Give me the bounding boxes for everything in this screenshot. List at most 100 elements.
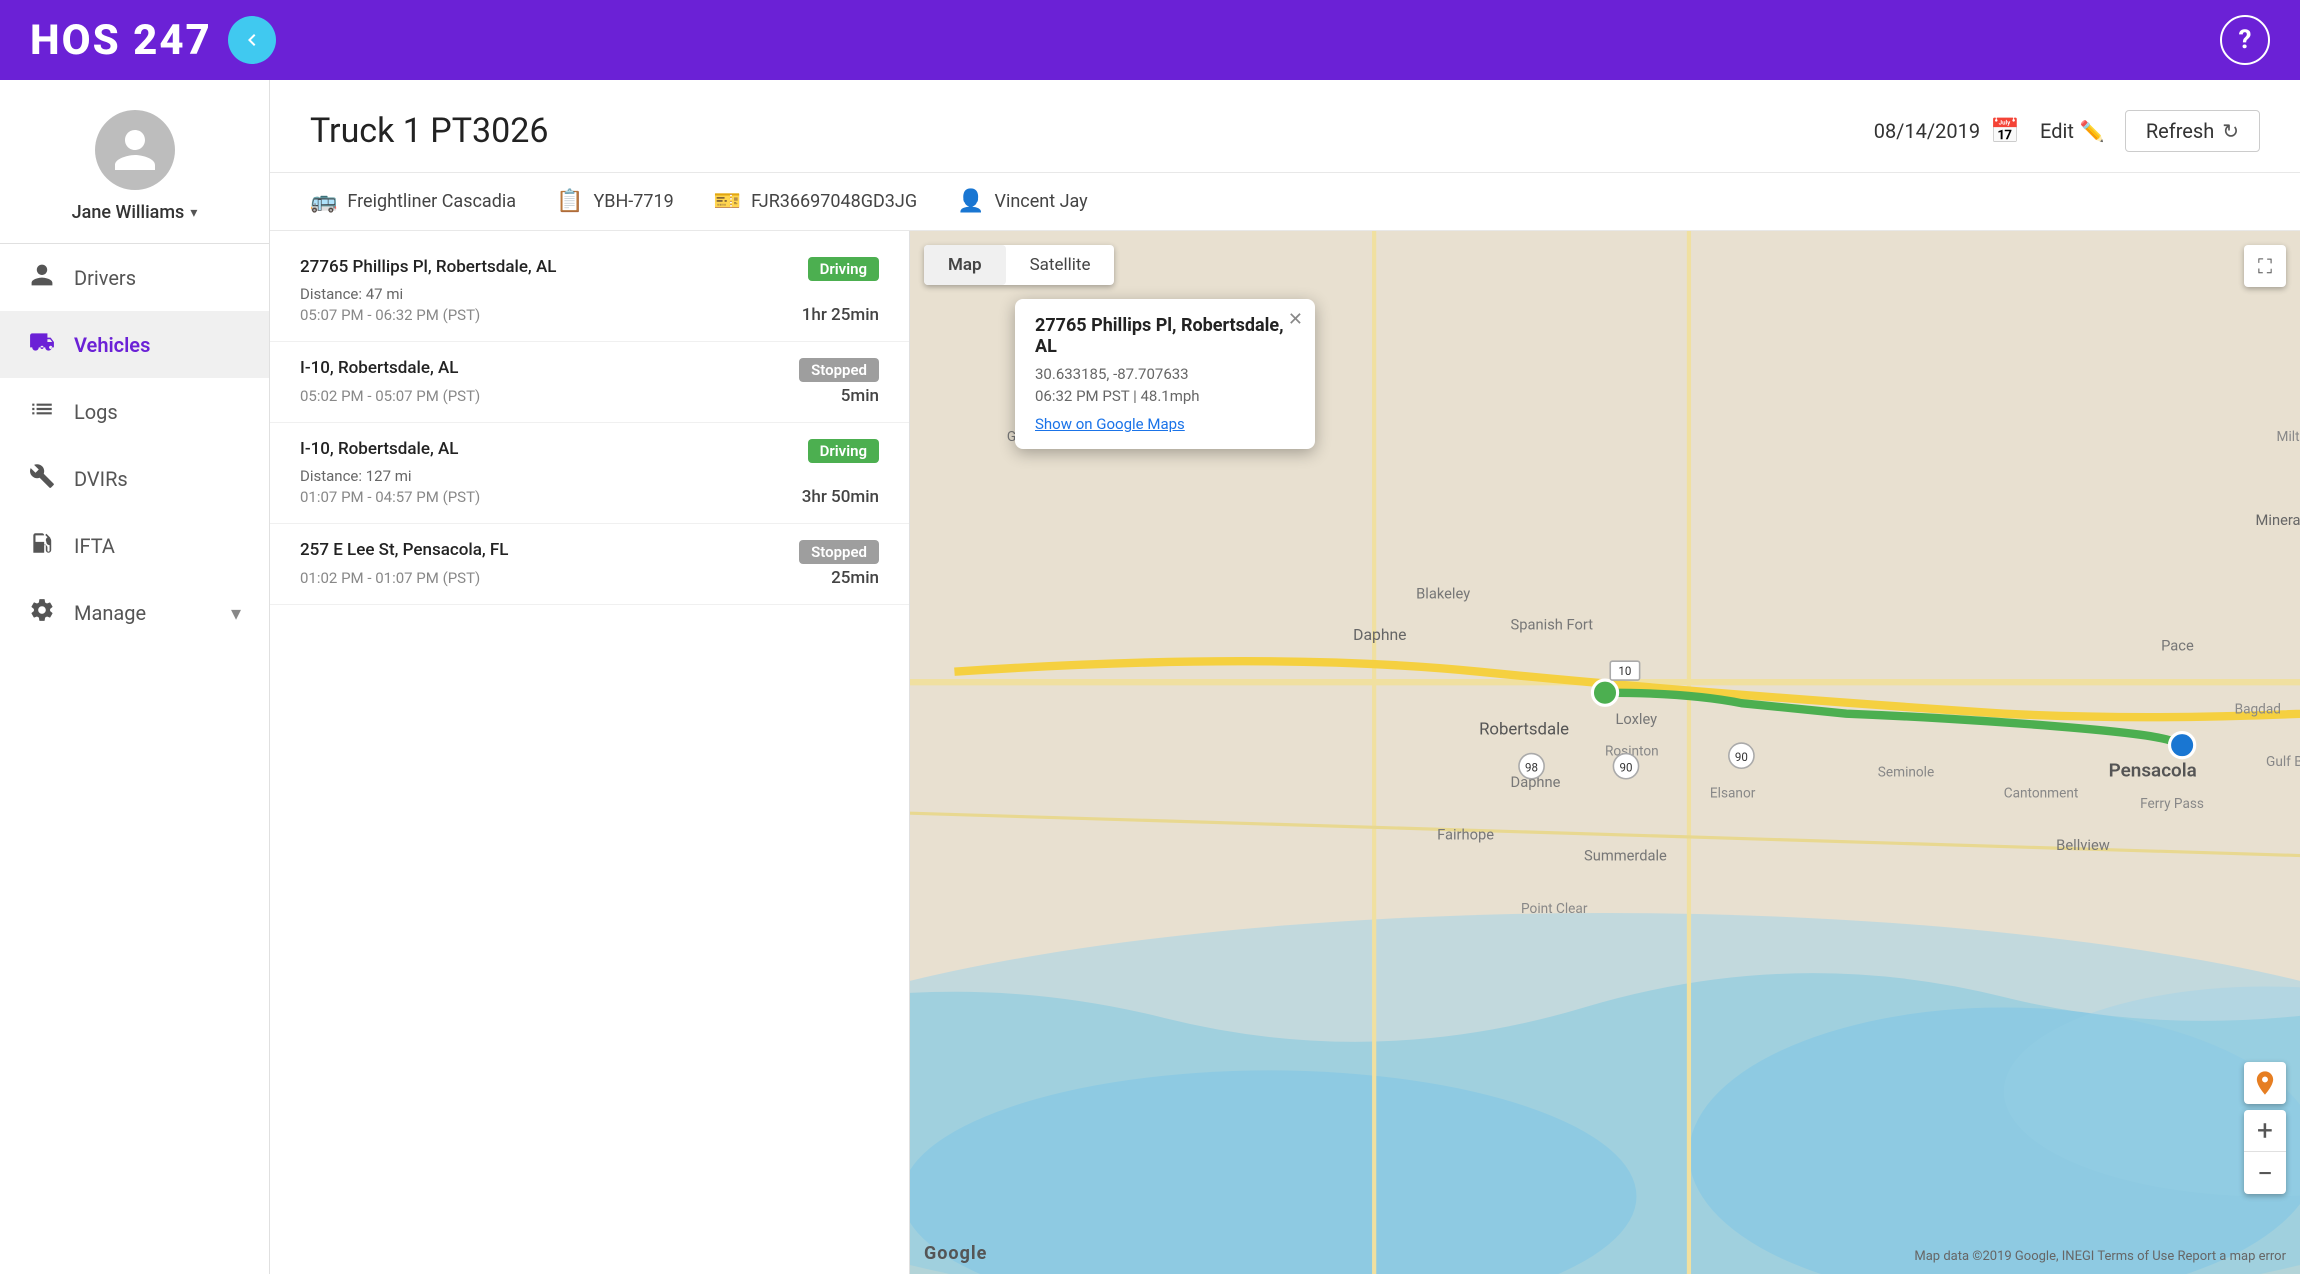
vehicle-eld: FJR36697048GD3JG	[751, 191, 917, 212]
vehicle-plate-item: 📋 YBH-7719	[556, 189, 674, 214]
svg-text:90: 90	[1620, 760, 1633, 774]
trip-distance: Distance: 47 mi	[300, 285, 879, 303]
top-bar: Truck 1 PT3026 08/14/2019 📅 Edit ✏️ Refr…	[270, 80, 2300, 173]
svg-text:Pace: Pace	[2161, 637, 2194, 655]
user-name[interactable]: Jane Williams ▾	[72, 202, 198, 223]
vehicle-driver: Vincent Jay	[995, 191, 1088, 212]
map-tab-satellite[interactable]: Satellite	[1006, 245, 1115, 285]
trip-item[interactable]: 257 E Lee St, Pensacola, FL Stopped 01:0…	[270, 524, 909, 605]
sidebar-nav: Drivers Vehicles Logs DVIRs	[0, 244, 269, 646]
sidebar-item-logs[interactable]: Logs	[0, 378, 269, 445]
date-text: 08/14/2019	[1874, 119, 1980, 143]
status-badge: Driving	[808, 439, 879, 463]
content-area: 27765 Phillips Pl, Robertsdale, AL Drivi…	[270, 231, 2300, 1274]
edit-pencil-icon: ✏️	[2080, 119, 2105, 143]
trip-location: I-10, Robertsdale, AL	[300, 358, 458, 378]
map-fullscreen-button[interactable]: ⛶	[2244, 245, 2286, 287]
vehicle-driver-item: 👤 Vincent Jay	[957, 189, 1088, 214]
header: HOS 247 ?	[0, 0, 2300, 80]
popup-google-maps-link[interactable]: Show on Google Maps	[1035, 415, 1295, 433]
zoom-out-button[interactable]: −	[2244, 1152, 2286, 1194]
wrench-icon	[28, 463, 56, 494]
sidebar-item-label: DVIRs	[74, 467, 128, 491]
trip-duration: 25min	[831, 568, 879, 588]
eld-icon: 🎫	[714, 189, 741, 214]
status-badge: Stopped	[799, 540, 879, 564]
trip-location: 257 E Lee St, Pensacola, FL	[300, 540, 508, 560]
svg-text:Bellview: Bellview	[2056, 836, 2110, 854]
svg-text:98: 98	[1525, 760, 1538, 774]
svg-text:Cantonment: Cantonment	[2004, 786, 2079, 802]
map-popup: ✕ 27765 Phillips Pl, Robertsdale, AL 30.…	[1015, 299, 1315, 449]
edit-label: Edit	[2040, 119, 2074, 143]
sidebar-item-manage[interactable]: Manage ▾	[0, 579, 269, 646]
bus-icon: 🚌	[310, 189, 337, 214]
back-button[interactable]	[228, 16, 276, 64]
popup-coords: 30.633185, -87.707633	[1035, 365, 1295, 383]
svg-text:Pensacola: Pensacola	[2109, 759, 2197, 782]
vehicle-model-item: 🚌 Freightliner Cascadia	[310, 189, 516, 214]
svg-text:Blakeley: Blakeley	[1416, 584, 1470, 602]
top-bar-right: 08/14/2019 📅 Edit ✏️ Refresh ↻	[1874, 110, 2260, 152]
trip-item[interactable]: 27765 Phillips Pl, Robertsdale, AL Drivi…	[270, 241, 909, 342]
refresh-button[interactable]: Refresh ↻	[2125, 110, 2260, 152]
google-label: Google	[924, 1243, 987, 1264]
trip-duration: 5min	[841, 386, 879, 406]
trip-location: I-10, Robertsdale, AL	[300, 439, 458, 459]
user-section: Jane Williams ▾	[0, 80, 269, 244]
sidebar-item-label: IFTA	[74, 534, 115, 558]
svg-text:Ferry Pass: Ferry Pass	[2140, 796, 2204, 812]
svg-text:Summerdale: Summerdale	[1584, 847, 1667, 865]
refresh-icon: ↻	[2222, 119, 2239, 143]
sidebar-item-ifta[interactable]: IFTA	[0, 512, 269, 579]
google-logo: Google	[924, 1243, 987, 1264]
sidebar-item-vehicles[interactable]: Vehicles	[0, 311, 269, 378]
trip-item[interactable]: I-10, Robertsdale, AL Driving Distance: …	[270, 423, 909, 524]
trip-time-range: 05:02 PM - 05:07 PM (PST)	[300, 387, 480, 405]
sidebar-item-dvirs[interactable]: DVIRs	[0, 445, 269, 512]
streetview-icon	[2244, 1062, 2286, 1104]
sidebar: Jane Williams ▾ Drivers Vehicles	[0, 80, 270, 1274]
trip-duration: 3hr 50min	[802, 487, 879, 507]
map-zoom-controls: + −	[2244, 1110, 2286, 1194]
svg-text:Daphne: Daphne	[1353, 625, 1406, 644]
streetview-button[interactable]	[2244, 1062, 2286, 1104]
layout: Jane Williams ▾ Drivers Vehicles	[0, 80, 2300, 1274]
user-chevron-icon: ▾	[190, 205, 197, 221]
calendar-icon[interactable]: 📅	[1990, 117, 2020, 145]
help-button[interactable]: ?	[2220, 15, 2270, 65]
fullscreen-icon: ⛶	[2258, 254, 2272, 278]
trip-distance: Distance: 127 mi	[300, 467, 879, 485]
page-title: Truck 1 PT3026	[310, 111, 548, 151]
logo-text: HOS 247	[30, 16, 212, 65]
fuel-icon	[28, 530, 56, 561]
map-area: Robertsdale Pensacola Daphne Blakeley Sp…	[910, 231, 2300, 1274]
map-tabs: Map Satellite	[924, 245, 1114, 285]
popup-close-button[interactable]: ✕	[1288, 309, 1303, 330]
map-tab-map[interactable]: Map	[924, 245, 1006, 285]
status-badge: Driving	[808, 257, 879, 281]
trip-time-range: 01:07 PM - 04:57 PM (PST)	[300, 488, 480, 506]
svg-text:Point Clear: Point Clear	[1521, 901, 1588, 917]
popup-title: 27765 Phillips Pl, Robertsdale, AL	[1035, 315, 1295, 357]
sidebar-item-label: Vehicles	[74, 333, 150, 357]
person-icon	[28, 262, 56, 293]
trip-location: 27765 Phillips Pl, Robertsdale, AL	[300, 257, 556, 277]
list-icon	[28, 396, 56, 427]
main-content: Truck 1 PT3026 08/14/2019 📅 Edit ✏️ Refr…	[270, 80, 2300, 1274]
sidebar-item-label: Logs	[74, 400, 118, 424]
sidebar-item-drivers[interactable]: Drivers	[0, 244, 269, 311]
settings-icon	[28, 597, 56, 628]
trip-item[interactable]: I-10, Robertsdale, AL Stopped 05:02 PM -…	[270, 342, 909, 423]
sidebar-item-label: Manage	[74, 601, 146, 625]
zoom-in-button[interactable]: +	[2244, 1110, 2286, 1152]
svg-text:Fairhope: Fairhope	[1437, 826, 1494, 844]
edit-button[interactable]: Edit ✏️	[2040, 119, 2105, 143]
status-badge: Stopped	[799, 358, 879, 382]
trip-list: 27765 Phillips Pl, Robertsdale, AL Drivi…	[270, 231, 910, 1274]
refresh-label: Refresh	[2146, 119, 2214, 143]
vehicle-plate: YBH-7719	[593, 191, 673, 212]
vehicle-eld-item: 🎫 FJR36697048GD3JG	[714, 189, 917, 214]
truck-icon	[28, 329, 56, 360]
avatar	[95, 110, 175, 190]
